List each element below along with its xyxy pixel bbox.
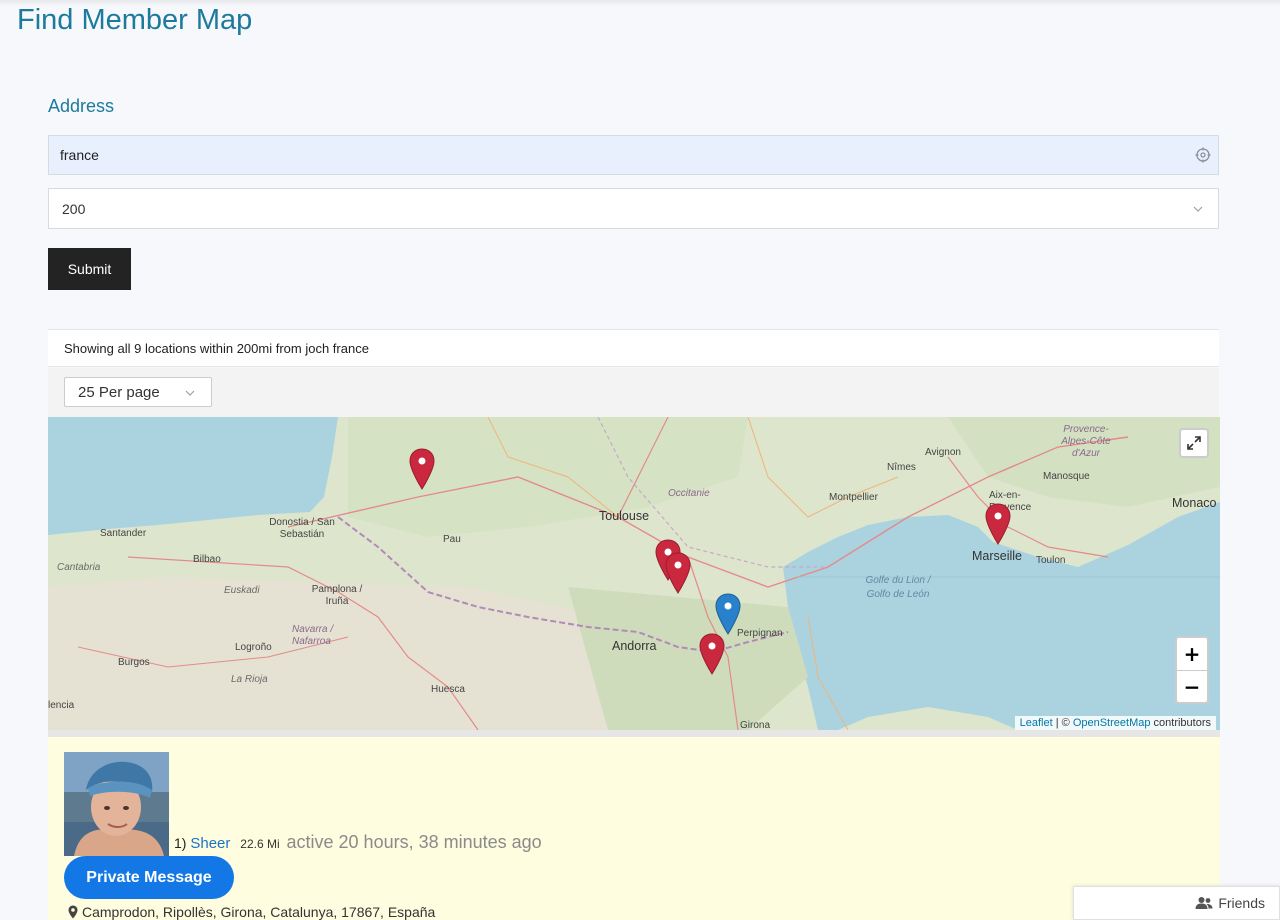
map-label-manosque: Manosque: [1043, 471, 1090, 482]
results-summary: Showing all 9 locations within 200mi fro…: [48, 329, 1219, 367]
map-label-nimes: Nîmes: [887, 462, 916, 473]
map-label-bilbao: Bilbao: [193, 554, 221, 565]
map-label-pau: Pau: [443, 534, 461, 545]
member-summary: 1) Sheer 22.6 Mi active 20 hours, 38 min…: [174, 832, 542, 853]
locate-icon[interactable]: [1195, 147, 1211, 163]
map-label-marseille: Marseille: [972, 549, 1023, 563]
marker-red-5[interactable]: [699, 633, 725, 675]
attribution-rest: contributors: [1150, 717, 1211, 729]
fullscreen-button[interactable]: [1179, 428, 1209, 458]
attribution-sep: | ©: [1052, 717, 1073, 729]
map-divider: [48, 730, 1220, 737]
chevron-down-icon: [1193, 206, 1203, 212]
marker-red-4[interactable]: [985, 503, 1011, 545]
friends-label: Friends: [1218, 895, 1265, 911]
map-label-toulon: Toulon: [1036, 555, 1066, 566]
users-icon: [1195, 897, 1213, 909]
map-label-monaco: Monaco: [1172, 496, 1217, 510]
private-message-button[interactable]: Private Message: [64, 856, 234, 899]
radius-select[interactable]: 200: [48, 188, 1219, 229]
marker-red-1[interactable]: [409, 448, 435, 490]
marker-red-3[interactable]: [665, 552, 691, 594]
expand-icon: [1187, 436, 1201, 450]
avatar-photo: [64, 752, 169, 856]
map-label-occitanie: Occitanie: [668, 488, 710, 499]
map-label-cantabria: Cantabria: [57, 562, 101, 573]
map-label-navarra: Navarra / Nafarroa: [292, 624, 334, 647]
member-address-text: Camprodon, Ripollès, Girona, Catalunya, …: [82, 904, 436, 920]
friends-tab[interactable]: Friends: [1073, 886, 1280, 920]
per-page-value: 25 Per page: [78, 383, 160, 401]
map-label-avignon: Avignon: [925, 447, 961, 458]
address-input[interactable]: [48, 135, 1219, 175]
zoom-control: + −: [1175, 636, 1209, 704]
page-title: Find Member Map: [17, 4, 253, 36]
member-last-active: active 20 hours, 38 minutes ago: [286, 832, 542, 852]
map-label-montpellier: Montpellier: [829, 492, 878, 503]
map-label-santander: Santander: [100, 528, 147, 539]
member-index: 1): [174, 835, 187, 851]
osm-link[interactable]: OpenStreetMap: [1073, 717, 1151, 729]
zoom-in-button[interactable]: +: [1177, 638, 1207, 671]
member-map[interactable]: Toulouse Occitanie Marseille Montpellier…: [48, 417, 1220, 730]
map-label-perpignan: Perpignan: [737, 628, 783, 639]
map-label-palencia: lencia: [48, 700, 75, 711]
map-label-huesca: Huesca: [431, 684, 465, 695]
map-label-donostia: Donostia / San Sebastián: [269, 517, 335, 540]
leaflet-link[interactable]: Leaflet: [1020, 717, 1053, 729]
avatar[interactable]: [64, 752, 169, 856]
per-page-select[interactable]: 25 Per page: [64, 377, 212, 407]
map-tiles: [48, 417, 1220, 730]
marker-blue-home[interactable]: [715, 593, 741, 635]
address-label: Address: [48, 96, 115, 116]
map-label-euskadi: Euskadi: [224, 585, 260, 596]
map-label-provence: Provence-Alpes-Côte d'Azur: [1061, 424, 1111, 459]
map-label-girona: Girona: [740, 720, 771, 730]
zoom-out-button[interactable]: −: [1177, 671, 1207, 703]
member-address: Camprodon, Ripollès, Girona, Catalunya, …: [68, 904, 435, 920]
map-attribution: Leaflet | © OpenStreetMap contributors: [1014, 716, 1216, 730]
perpage-bar: [48, 368, 1219, 417]
map-pin-icon: [68, 905, 78, 919]
map-label-toulouse: Toulouse: [599, 509, 650, 523]
map-label-golfe: Golfe du Lion / Golfo de León: [865, 575, 931, 600]
map-label-andorra: Andorra: [612, 639, 657, 653]
member-distance: 22.6 Mi: [240, 837, 280, 851]
map-label-logrono: Logroño: [235, 642, 272, 653]
map-label-pamplona: Pamplona / Iruña: [311, 584, 363, 607]
radius-value: 200: [62, 200, 86, 217]
map-label-burgos: Burgos: [118, 657, 150, 668]
member-name-link[interactable]: Sheer: [190, 835, 230, 852]
map-label-larioja: La Rioja: [231, 674, 268, 685]
chevron-down-icon: [185, 390, 195, 396]
submit-button[interactable]: Submit: [48, 248, 131, 290]
